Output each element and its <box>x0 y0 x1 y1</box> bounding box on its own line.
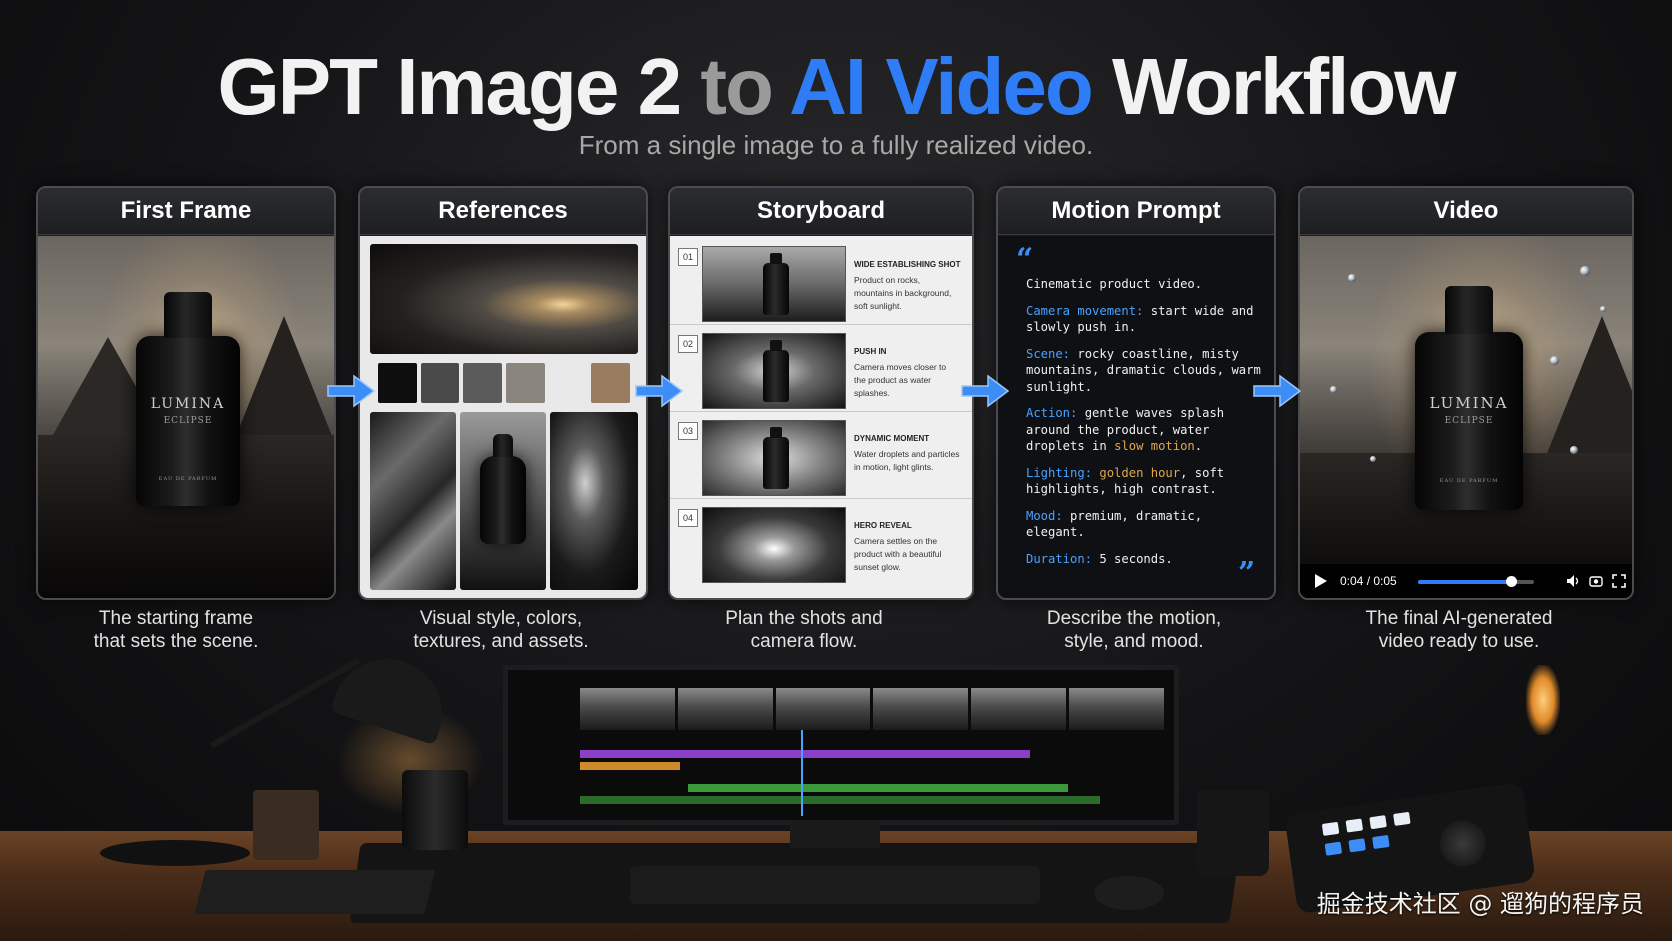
watermark: 掘金技术社区 @ 遛狗的程序员 <box>1316 890 1644 918</box>
prompt-duration: Duration: 5 seconds. <box>1026 551 1173 566</box>
main-title: GPT Image 2 to AI Video Workflow <box>0 42 1672 132</box>
fullscreen-icon[interactable] <box>1612 574 1626 588</box>
caption-motion-prompt: Describe the motion, style, and mood. <box>1046 608 1222 652</box>
perfume-bottle: LUMINA ECLIPSE EAU DE PARFUM <box>1415 286 1523 510</box>
shot-description: Camera settles on the product with a bea… <box>854 536 942 572</box>
shot-heading: WIDE ESTABLISHING SHOT <box>854 260 961 269</box>
volume-icon[interactable] <box>1566 574 1580 588</box>
reference-landscape <box>370 244 638 354</box>
shot-thumbnail <box>702 420 846 496</box>
arrow-right-icon <box>1253 374 1302 408</box>
reference-bottle <box>460 412 546 590</box>
bottle-small: EAU DE PARFUM <box>158 476 218 482</box>
open-quote-icon: “ <box>1016 242 1034 277</box>
card-storyboard: Storyboard 01 WIDE ESTABLISHING SHOT Pro… <box>668 186 974 600</box>
shot-description: Camera moves closer to the product as wa… <box>854 362 947 398</box>
card-title: Motion Prompt <box>998 188 1274 235</box>
monitor-video-editor <box>503 665 1179 825</box>
color-swatch <box>463 363 503 403</box>
card-title: References <box>360 188 646 235</box>
color-palette <box>378 363 631 403</box>
prompt-camera: Camera movement: start wide and slowly p… <box>1026 303 1254 335</box>
video-controls: 0:04 / 0:05 <box>1300 564 1632 598</box>
bottle-small: EAU DE PARFUM <box>1439 478 1499 484</box>
shot-description: Water droplets and particles in motion, … <box>854 449 960 472</box>
color-swatch <box>591 363 631 403</box>
shot-thumbnail <box>702 246 846 322</box>
caption-video: The final AI-generated video ready to use… <box>1365 608 1553 652</box>
shot-number: 04 <box>678 509 698 527</box>
color-swatch <box>420 363 460 403</box>
card-references: References <box>358 186 648 600</box>
title-part-gpt: GPT Image 2 <box>217 42 683 131</box>
time-label: 0:04 / 0:05 <box>1340 574 1397 588</box>
shot-thumbnail <box>702 507 846 583</box>
prompt-scene: Scene: rocky coastline, misty mountains,… <box>1026 346 1261 394</box>
bottle-sub: ECLIPSE <box>163 416 213 426</box>
camera-lens <box>402 770 468 850</box>
caption-storyboard: Plan the shots and camera flow. <box>725 608 883 652</box>
play-icon[interactable] <box>1314 573 1328 589</box>
storyboard-shot: 03 DYNAMIC MOMENT Water droplets and par… <box>670 412 972 499</box>
coffee-mug <box>1197 790 1269 876</box>
shot-description: Product on rocks, mountains in backgroun… <box>854 275 952 311</box>
caption-references: Visual style, colors, textures, and asset… <box>413 608 589 652</box>
reference-water-splash <box>550 412 638 590</box>
motion-prompt-editor: “ Cinematic product video. Camera moveme… <box>998 236 1274 598</box>
bottle-brand: LUMINA <box>1429 394 1509 412</box>
close-quote-icon: ” <box>1238 556 1256 591</box>
reference-rock-texture <box>370 412 456 590</box>
light-bulb <box>1526 665 1560 735</box>
storyboard-shot: 04 HERO REVEAL Camera settles on the pro… <box>670 499 972 585</box>
title-part-to: to <box>700 42 774 131</box>
subtitle: From a single image to a fully realized … <box>578 130 1094 160</box>
card-title: Storyboard <box>670 188 972 235</box>
prompt-intro: Cinematic product video. <box>1026 277 1203 291</box>
video-player[interactable]: LUMINA ECLIPSE EAU DE PARFUM 0:04 / 0:05 <box>1300 236 1632 598</box>
shot-heading: DYNAMIC MOMENT <box>854 434 930 443</box>
desk-lamp-base <box>100 840 250 866</box>
card-motion-prompt: Motion Prompt “ Cinematic product video.… <box>996 186 1276 600</box>
notebook <box>194 870 436 914</box>
title-part-ai-video: AI Video <box>789 42 1094 131</box>
progress-knob[interactable] <box>1505 576 1517 587</box>
prompt-text: Cinematic product video. Camera movement… <box>1026 276 1266 577</box>
color-swatch <box>548 363 588 403</box>
caption-first-frame: The starting frame that sets the scene. <box>93 608 259 652</box>
prompt-lighting: Lighting: golden hour, soft highlights, … <box>1026 465 1225 497</box>
shot-heading: HERO REVEAL <box>854 521 912 530</box>
color-swatch <box>506 363 545 403</box>
shot-number: 01 <box>678 248 698 266</box>
storyboard-panel: 01 WIDE ESTABLISHING SHOT Product on roc… <box>670 236 972 598</box>
arrow-right-icon <box>327 374 376 408</box>
shot-number: 03 <box>678 422 698 440</box>
card-first-frame: First Frame LUMINA ECLIPSE EAU DE PARFUM <box>36 186 336 600</box>
pencil-cup <box>253 790 319 860</box>
color-swatch <box>378 363 417 403</box>
first-frame-image: LUMINA ECLIPSE EAU DE PARFUM <box>38 236 334 598</box>
bottle-sub: ECLIPSE <box>1444 416 1494 426</box>
monitor-stand <box>790 820 880 848</box>
prompt-mood: Mood: premium, dramatic, elegant. <box>1026 508 1203 540</box>
arrow-right-icon <box>635 374 684 408</box>
card-video: Video LUMINA ECLIPSE EAU DE PARFUM 0:04 … <box>1298 186 1634 600</box>
storyboard-shot: 02 PUSH IN Camera moves closer to the pr… <box>670 325 972 412</box>
prompt-action: Action: gentle waves splash around the p… <box>1026 406 1225 453</box>
keyboard <box>630 866 1040 904</box>
camera-icon[interactable] <box>1589 574 1603 588</box>
bottle-brand: LUMINA <box>150 396 226 412</box>
perfume-bottle: LUMINA ECLIPSE EAU DE PARFUM <box>136 292 240 506</box>
references-board <box>360 236 646 598</box>
card-title: Video <box>1300 188 1632 235</box>
progress-slider[interactable] <box>1418 576 1534 587</box>
arrow-right-icon <box>961 374 1010 408</box>
card-title: First Frame <box>38 188 334 235</box>
shot-number: 02 <box>678 335 698 353</box>
mouse <box>1094 876 1164 910</box>
storyboard-shot: 01 WIDE ESTABLISHING SHOT Product on roc… <box>670 238 972 325</box>
title-part-workflow: Workflow <box>1111 42 1457 131</box>
shot-thumbnail <box>702 333 846 409</box>
shot-heading: PUSH IN <box>854 347 887 356</box>
